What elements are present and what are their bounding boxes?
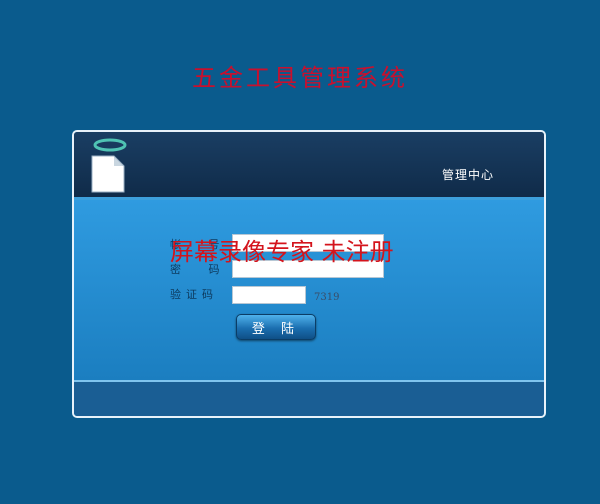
username-input[interactable] bbox=[232, 234, 384, 252]
login-panel: 管理中心 帐 号 密 码 验证码 7319 登 陆 bbox=[72, 130, 546, 418]
panel-header: 管理中心 bbox=[74, 132, 544, 200]
captcha-code[interactable]: 7319 bbox=[314, 292, 339, 303]
password-input[interactable] bbox=[232, 260, 384, 278]
page-title: 五金工具管理系统 bbox=[192, 64, 408, 92]
panel-footer bbox=[74, 380, 544, 416]
document-icon bbox=[91, 138, 127, 193]
captcha-label: 验证码 bbox=[170, 288, 218, 301]
login-button[interactable]: 登 陆 bbox=[236, 314, 316, 340]
admin-center-label: 管理中心 bbox=[441, 168, 494, 182]
panel-body bbox=[74, 200, 544, 380]
password-label: 密 码 bbox=[170, 263, 232, 276]
captcha-input[interactable] bbox=[232, 286, 306, 304]
username-label: 帐 号 bbox=[170, 238, 232, 251]
